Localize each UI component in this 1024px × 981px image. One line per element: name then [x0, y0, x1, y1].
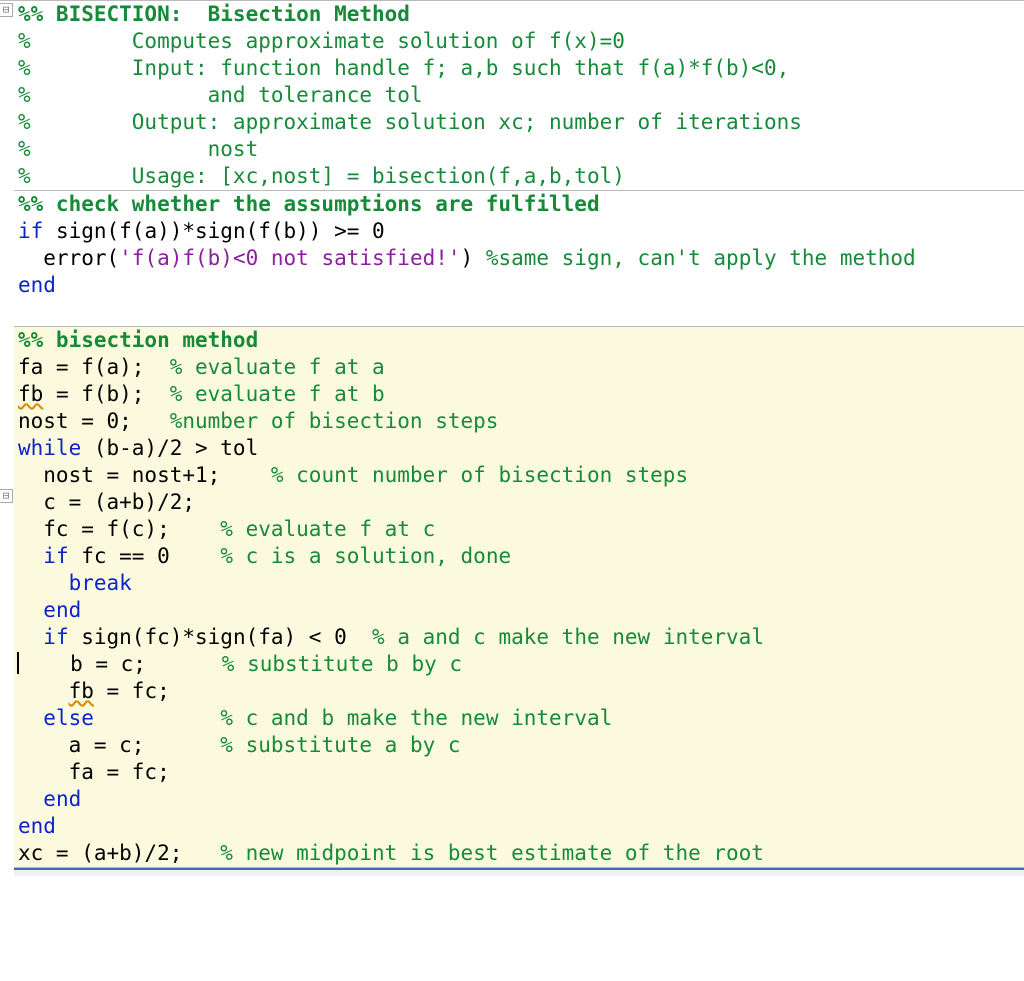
keyword-else: else: [43, 706, 94, 730]
code-area[interactable]: %% BISECTION: Bisection Method % Compute…: [14, 1, 1024, 876]
code-text: b = c;: [70, 652, 222, 676]
section-header: %% bisection method: [18, 328, 258, 352]
code-text: xc = (a+b)/2;: [18, 841, 220, 865]
keyword-if: if: [18, 219, 43, 243]
section-header: %% check whether the assumptions are ful…: [18, 192, 600, 216]
comment: % substitute a by c: [220, 733, 460, 757]
fold-toggle-icon[interactable]: ⊟: [0, 3, 13, 17]
keyword-break: break: [69, 571, 132, 595]
code-text: a = c;: [18, 733, 220, 757]
keyword-if: if: [43, 544, 68, 568]
code-text: [18, 598, 43, 622]
comment: % c is a solution, done: [220, 544, 511, 568]
code-text: [18, 787, 43, 811]
code-text: fa = fc;: [18, 760, 170, 784]
code-text: = fc;: [94, 679, 170, 703]
variable-fb-warning: fb: [69, 679, 94, 703]
code-text: nost = nost+1;: [18, 463, 271, 487]
comment: % Usage: [xc,nost] = bisection(f,a,b,tol…: [18, 164, 625, 188]
code-text: [18, 544, 43, 568]
keyword-while: while: [18, 436, 81, 460]
code-text: error(: [18, 246, 119, 270]
code-text: [18, 706, 43, 730]
code-text: fa = f(a);: [18, 355, 170, 379]
comment: % Input: function handle f; a,b such tha…: [18, 56, 789, 80]
keyword-end: end: [18, 273, 56, 297]
comment: % new midpoint is best estimate of the r…: [220, 841, 764, 865]
comment: % nost: [18, 137, 258, 161]
comment: % evaluate f at b: [170, 382, 385, 406]
code-text: ): [461, 246, 486, 270]
editor-splitter[interactable]: [14, 868, 1024, 876]
comment: % and tolerance tol: [18, 83, 423, 107]
keyword-end: end: [43, 598, 81, 622]
comment: % Computes approximate solution of f(x)=…: [18, 29, 625, 53]
code-text: c = (a+b)/2;: [18, 490, 195, 514]
string-literal: 'f(a)f(b)<0 not satisfied!': [119, 246, 460, 270]
code-text: nost = 0;: [18, 409, 170, 433]
code-editor[interactable]: ⊟ ⊟ %% BISECTION: Bisection Method % Com…: [0, 0, 1024, 1]
comment: % count number of bisection steps: [271, 463, 688, 487]
text-cursor: [18, 652, 70, 676]
code-text: [18, 625, 43, 649]
comment: %number of bisection steps: [170, 409, 499, 433]
code-text: fc = f(c);: [18, 517, 220, 541]
keyword-if: if: [43, 625, 68, 649]
code-text: [18, 571, 69, 595]
code-text: [18, 679, 69, 703]
code-text: sign(fc)*sign(fa) < 0: [69, 625, 372, 649]
comment: % evaluate f at c: [220, 517, 435, 541]
code-text: [94, 706, 220, 730]
comment: % Output: approximate solution xc; numbe…: [18, 110, 802, 134]
comment: % a and c make the new interval: [372, 625, 764, 649]
code-text: sign(f(a))*sign(f(b)) >= 0: [43, 219, 384, 243]
variable-fb-warning: fb: [18, 382, 43, 406]
code-text: fc == 0: [69, 544, 221, 568]
code-text: (b-a)/2 > tol: [81, 436, 258, 460]
keyword-end: end: [18, 814, 56, 838]
section-header: %% BISECTION: Bisection Method: [18, 2, 410, 26]
code-text: = f(b);: [43, 382, 169, 406]
fold-toggle-icon[interactable]: ⊟: [0, 489, 13, 503]
comment: % substitute b by c: [222, 652, 462, 676]
comment: % c and b make the new interval: [220, 706, 612, 730]
comment: %same sign, can't apply the method: [486, 246, 916, 270]
keyword-end: end: [43, 787, 81, 811]
comment: % evaluate f at a: [170, 355, 385, 379]
